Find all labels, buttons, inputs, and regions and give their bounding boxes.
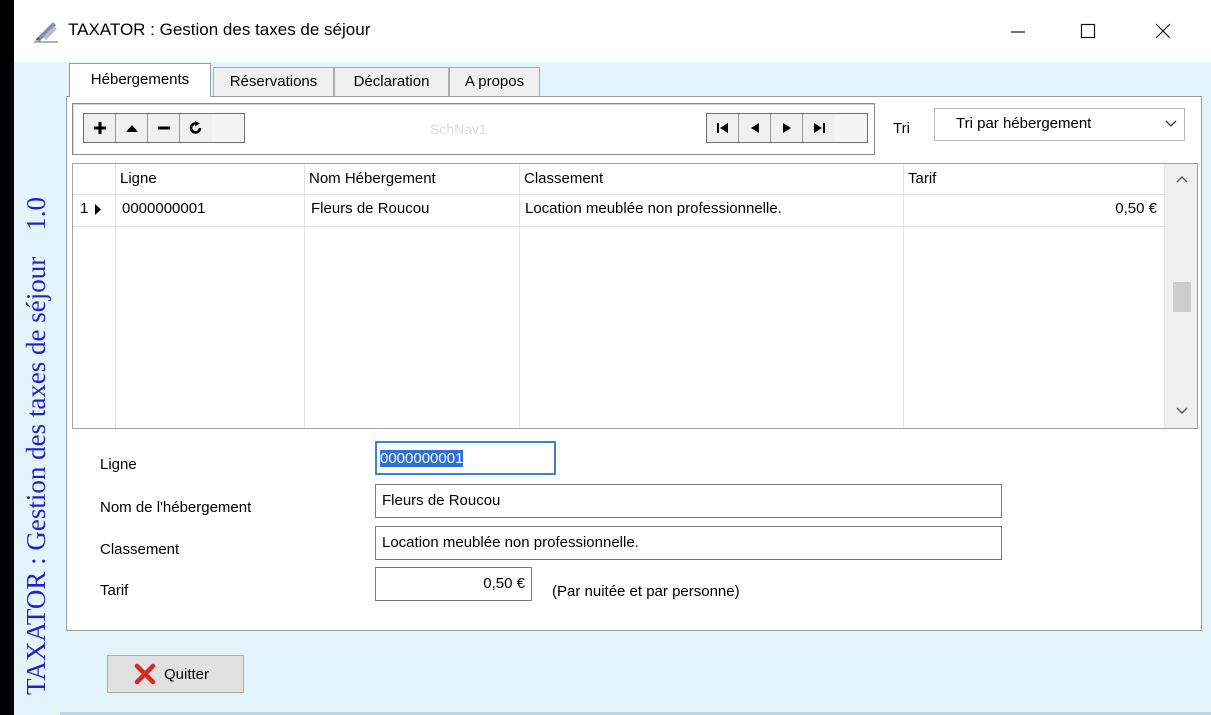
- tab-reservations[interactable]: Réservations: [213, 67, 334, 96]
- close-icon: [1155, 23, 1171, 39]
- next-record-icon: [782, 123, 791, 133]
- row-classement: Location meublée non professionnelle.: [525, 200, 782, 217]
- scrollbar-thumb[interactable]: [1173, 282, 1191, 312]
- tarif-label: Tarif: [100, 582, 129, 599]
- window-title: TAXATOR : Gestion des taxes de séjour: [68, 20, 371, 39]
- vertical-banner: TAXATOR : Gestion des taxes de séjour 1.0: [14, 0, 60, 715]
- chevron-down-icon: [1165, 120, 1177, 127]
- first-record-icon: [716, 123, 728, 133]
- ligne-label: Ligne: [100, 456, 137, 473]
- delete-button[interactable]: [148, 114, 180, 142]
- row-divider: [73, 226, 1165, 227]
- next-record-button[interactable]: [771, 114, 803, 142]
- tarif-note: (Par nuitée et par personne): [552, 583, 740, 600]
- nom-label: Nom de l'hébergement: [100, 499, 252, 516]
- insert-button[interactable]: [84, 114, 116, 142]
- column-header-nom[interactable]: Nom Hébergement: [305, 164, 436, 194]
- scroll-up-icon[interactable]: [1175, 172, 1189, 186]
- maximize-button[interactable]: [1065, 10, 1111, 50]
- navigator-name: SchNav1: [430, 121, 487, 137]
- nom-field[interactable]: Fleurs de Roucou: [375, 484, 1002, 518]
- minimize-button[interactable]: [995, 10, 1041, 50]
- banner-title: TAXATOR : Gestion des taxes de séjour: [21, 256, 51, 695]
- banner-version: 1.0: [21, 196, 51, 231]
- row-number: 1: [80, 200, 89, 217]
- row-tarif: 0,50 €: [1115, 200, 1157, 217]
- scroll-down-icon[interactable]: [1175, 404, 1189, 418]
- prior-record-icon: [750, 123, 759, 133]
- sort-label: Tri: [893, 120, 910, 137]
- classement-label: Classement: [100, 541, 180, 558]
- sort-select[interactable]: Tri par hébergement: [934, 108, 1185, 141]
- row-ligne: 0000000001: [122, 200, 206, 217]
- quit-button[interactable]: Quitter: [107, 655, 244, 693]
- prior-record-button[interactable]: [739, 114, 771, 142]
- tab-hebergements[interactable]: Hébergements: [69, 63, 211, 97]
- navigator-move-buttons: [706, 113, 868, 143]
- move-up-icon: [125, 125, 138, 132]
- last-record-button[interactable]: [803, 114, 835, 142]
- tab-a-propos[interactable]: A propos: [449, 67, 540, 96]
- move-up-button[interactable]: [116, 114, 148, 142]
- column-header-tarif[interactable]: Tarif: [904, 164, 936, 194]
- brush-pen-icon: [34, 22, 58, 43]
- header-divider: [73, 194, 1165, 195]
- navigator-edit-buttons: [83, 113, 245, 143]
- tarif-field[interactable]: 0,50 €: [375, 567, 532, 601]
- first-record-button[interactable]: [707, 114, 739, 142]
- red-x-icon: [134, 663, 156, 685]
- ligne-field-value: 0000000001: [380, 450, 464, 467]
- delete-minus-icon: [157, 126, 170, 130]
- column-header-classement[interactable]: Classement: [520, 164, 603, 194]
- records-grid[interactable]: Ligne Nom Hébergement Classement Tarif 1…: [72, 163, 1198, 429]
- quit-label: Quitter: [164, 665, 210, 683]
- window-left-edge: [0, 0, 14, 715]
- ligne-field[interactable]: 0000000001: [375, 441, 556, 475]
- insert-plus-icon: [93, 122, 106, 134]
- grid-scrollbar[interactable]: [1165, 164, 1197, 428]
- sort-select-value: Tri par hébergement: [956, 115, 1092, 132]
- row-indicator-icon: [95, 204, 101, 215]
- close-button[interactable]: [1140, 10, 1186, 50]
- column-header-ligne[interactable]: Ligne: [116, 164, 157, 194]
- last-record-icon: [814, 123, 825, 133]
- maximize-icon: [1080, 24, 1096, 39]
- row-nom: Fleurs de Roucou: [311, 200, 430, 217]
- refresh-button[interactable]: [180, 114, 212, 142]
- classement-field[interactable]: Location meublée non professionnelle.: [375, 526, 1002, 560]
- tab-declaration[interactable]: Déclaration: [334, 67, 449, 96]
- refresh-icon: [189, 121, 202, 134]
- minimize-icon: [1011, 31, 1025, 33]
